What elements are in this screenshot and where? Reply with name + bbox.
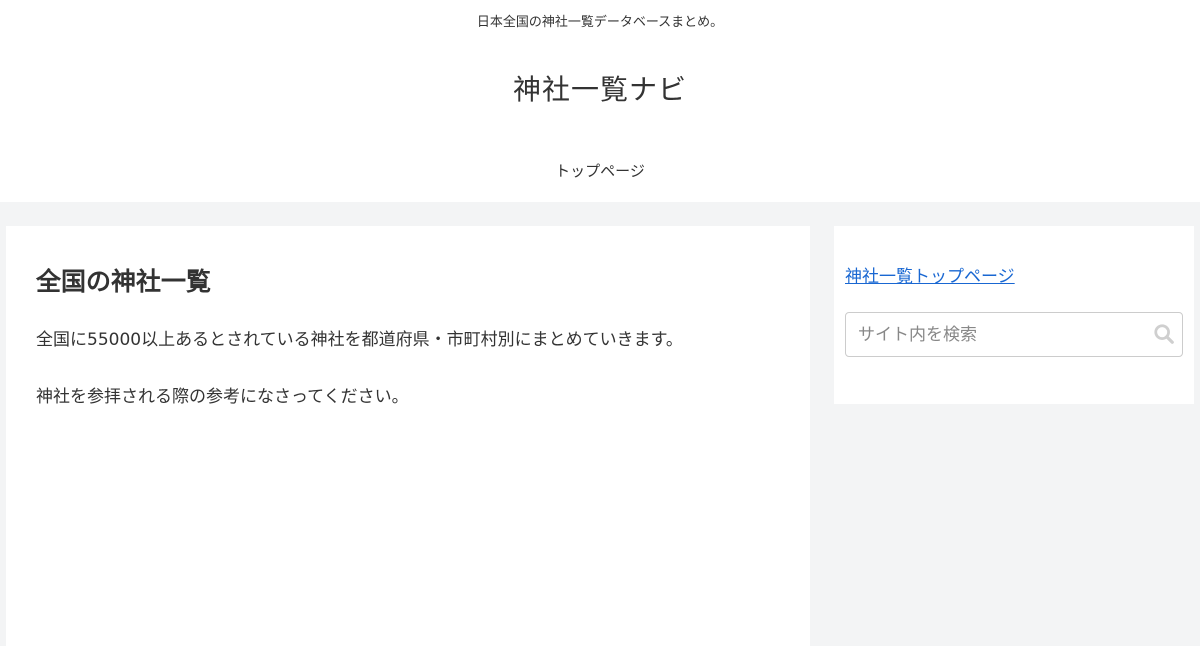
search-input[interactable]	[846, 313, 1146, 356]
global-nav: トップページ	[0, 160, 1200, 181]
sidebar-link-top-page[interactable]: 神社一覧トップページ	[845, 262, 1015, 287]
search-button[interactable]	[1152, 323, 1176, 347]
site-title[interactable]: 神社一覧ナビ	[0, 68, 1200, 108]
page-title: 全国の神社一覧	[36, 267, 212, 296]
site-header: 日本全国の神社一覧データベースまとめ。 神社一覧ナビ トップページ	[0, 0, 1200, 202]
intro-paragraph: 全国に55000以上あるとされている神社を都道府県・市町村別にまとめていきます。	[36, 330, 683, 350]
note-paragraph: 神社を参拝される際の参考になさってください。	[36, 387, 409, 407]
site-tagline: 日本全国の神社一覧データベースまとめ。	[476, 15, 724, 30]
search-icon	[1154, 324, 1174, 344]
nav-item-top-page[interactable]: トップページ	[555, 162, 645, 180]
search-form	[845, 312, 1183, 357]
